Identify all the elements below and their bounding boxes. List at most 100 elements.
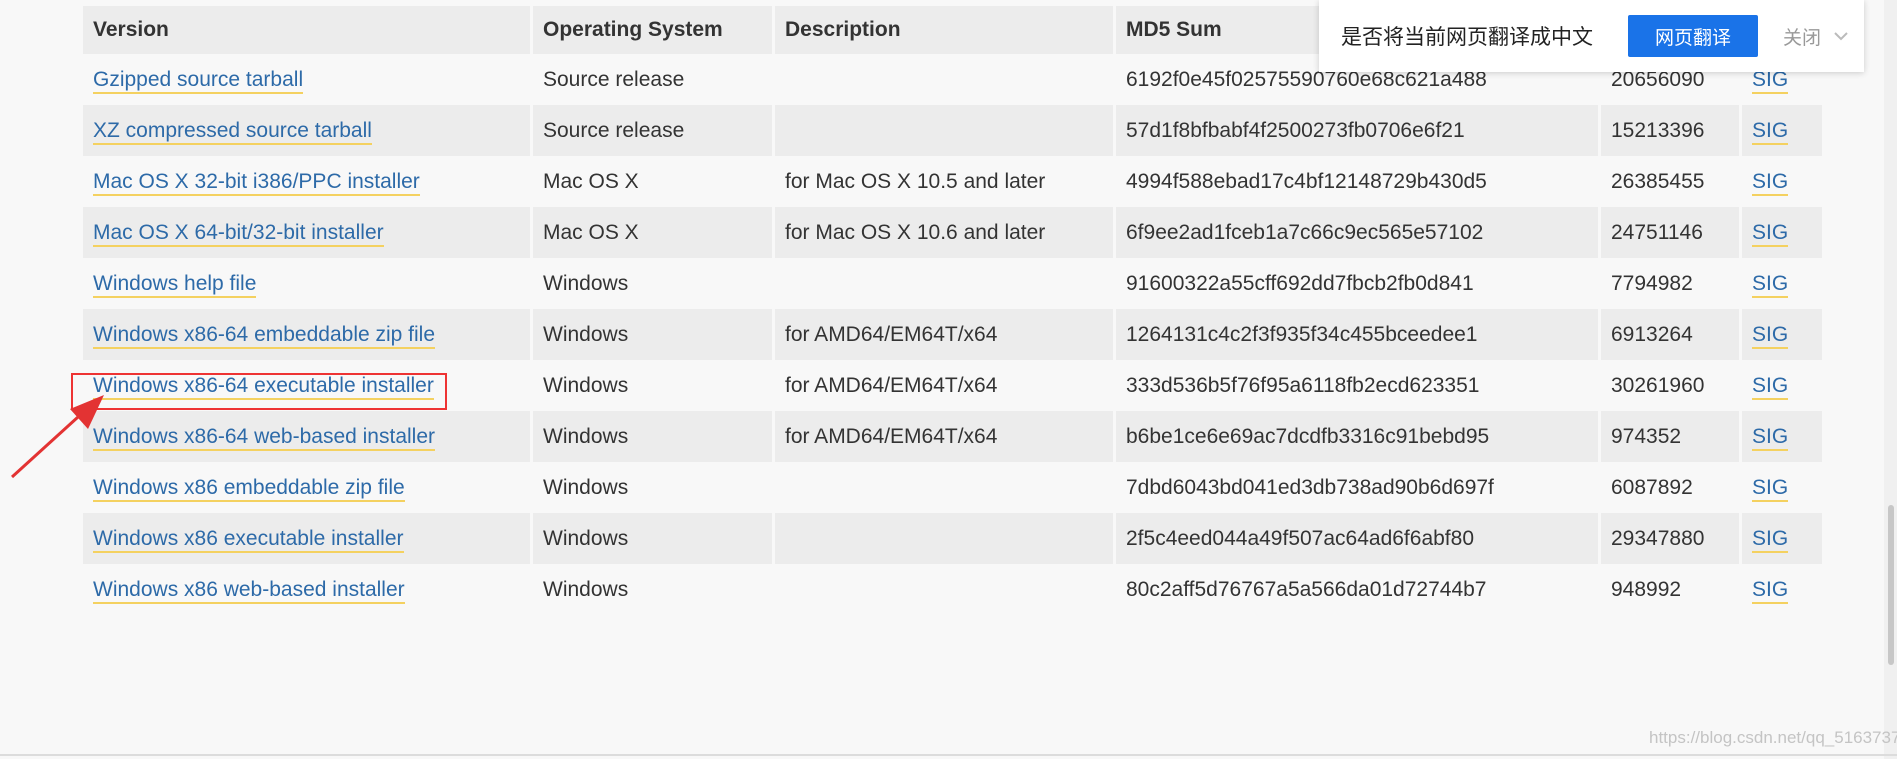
version-link[interactable]: Gzipped source tarball (93, 67, 304, 94)
os-cell: Source release (533, 54, 772, 105)
version-link[interactable]: Windows x86-64 embeddable zip file (93, 322, 436, 349)
version-link[interactable]: Windows x86 embeddable zip file (93, 475, 405, 502)
translate-bar: 是否将当前网页翻译成中文 网页翻译 关闭 (1319, 0, 1864, 72)
os-cell: Mac OS X (533, 207, 772, 258)
chevron-down-icon[interactable] (1833, 31, 1849, 41)
md5-cell: 57d1f8bfbabf4f2500273fb0706e6f21 (1116, 105, 1598, 156)
version-link[interactable]: XZ compressed source tarball (93, 118, 372, 145)
version-cell: Gzipped source tarball (83, 54, 530, 105)
scrollbar-thumb[interactable] (1888, 505, 1894, 665)
version-cell: Windows x86-64 web-based installer (83, 411, 530, 462)
sig-cell: SIG (1742, 105, 1822, 156)
translate-page-button[interactable]: 网页翻译 (1628, 15, 1758, 57)
md5-cell: b6be1ce6e69ac7dcdfb3316c91bebd95 (1116, 411, 1598, 462)
md5-cell: 91600322a55cff692dd7fbcb2fb0d841 (1116, 258, 1598, 309)
sig-link[interactable]: SIG (1752, 475, 1789, 502)
version-cell: Windows x86-64 embeddable zip file (83, 309, 530, 360)
version-link[interactable]: Windows x86-64 web-based installer (93, 424, 435, 451)
os-cell: Windows (533, 564, 772, 615)
sig-cell: SIG (1742, 513, 1822, 564)
table-row: Mac OS X 32-bit i386/PPC installer Mac O… (83, 156, 1822, 207)
table-row: Windows x86-64 embeddable zip file Windo… (83, 309, 1822, 360)
md5-cell: 1264131c4c2f3f935f34c455bceedee1 (1116, 309, 1598, 360)
table-row: Windows x86-64 web-based installer Windo… (83, 411, 1822, 462)
col-header-os: Operating System (533, 6, 772, 54)
table-row: XZ compressed source tarball Source rele… (83, 105, 1822, 156)
description-cell (775, 462, 1113, 513)
size-cell: 30261960 (1601, 360, 1739, 411)
sig-link[interactable]: SIG (1752, 220, 1789, 247)
md5-cell: 6f9ee2ad1fceb1a7c66c9ec565e57102 (1116, 207, 1598, 258)
highlight-box (71, 373, 447, 410)
md5-cell: 2f5c4eed044a49f507ac64ad6f6abf80 (1116, 513, 1598, 564)
sig-cell: SIG (1742, 309, 1822, 360)
sig-link[interactable]: SIG (1752, 169, 1789, 196)
description-cell (775, 258, 1113, 309)
version-cell: Windows x86 web-based installer (83, 564, 530, 615)
sig-link[interactable]: SIG (1752, 271, 1789, 298)
version-cell: Windows x86 embeddable zip file (83, 462, 530, 513)
size-cell: 948992 (1601, 564, 1739, 615)
version-link[interactable]: Mac OS X 32-bit i386/PPC installer (93, 169, 420, 196)
version-cell: Mac OS X 32-bit i386/PPC installer (83, 156, 530, 207)
version-cell: Mac OS X 64-bit/32-bit installer (83, 207, 530, 258)
os-cell: Windows (533, 411, 772, 462)
description-cell: for Mac OS X 10.6 and later (775, 207, 1113, 258)
watermark: https://blog.csdn.net/qq_51637377 (1649, 728, 1897, 747)
version-cell: Windows help file (83, 258, 530, 309)
description-cell (775, 513, 1113, 564)
sig-link[interactable]: SIG (1752, 577, 1789, 604)
divider (0, 754, 1897, 756)
size-cell: 6087892 (1601, 462, 1739, 513)
size-cell: 26385455 (1601, 156, 1739, 207)
size-cell: 7794982 (1601, 258, 1739, 309)
version-link[interactable]: Mac OS X 64-bit/32-bit installer (93, 220, 384, 247)
close-translate-button[interactable]: 关闭 (1783, 23, 1821, 50)
translate-prompt: 是否将当前网页翻译成中文 (1341, 26, 1593, 49)
os-cell: Windows (533, 360, 772, 411)
table-row: Windows x86 executable installer Windows… (83, 513, 1822, 564)
sig-cell: SIG (1742, 564, 1822, 615)
sig-link[interactable]: SIG (1752, 526, 1789, 553)
md5-cell: 80c2aff5d76767a5a566da01d72744b7 (1116, 564, 1598, 615)
os-cell: Windows (533, 462, 772, 513)
version-link[interactable]: Windows help file (93, 271, 257, 298)
size-cell: 6913264 (1601, 309, 1739, 360)
description-cell: for AMD64/EM64T/x64 (775, 411, 1113, 462)
description-cell (775, 105, 1113, 156)
version-link[interactable]: Windows x86 executable installer (93, 526, 404, 553)
sig-cell: SIG (1742, 207, 1822, 258)
sig-cell: SIG (1742, 462, 1822, 513)
version-cell: XZ compressed source tarball (83, 105, 530, 156)
description-cell (775, 54, 1113, 105)
sig-cell: SIG (1742, 258, 1822, 309)
sig-link[interactable]: SIG (1752, 118, 1789, 145)
description-cell: for Mac OS X 10.5 and later (775, 156, 1113, 207)
sig-cell: SIG (1742, 156, 1822, 207)
sig-cell: SIG (1742, 411, 1822, 462)
arrow-pointer-icon (10, 395, 104, 479)
col-header-description: Description (775, 6, 1113, 54)
os-cell: Source release (533, 105, 772, 156)
description-cell: for AMD64/EM64T/x64 (775, 309, 1113, 360)
size-cell: 15213396 (1601, 105, 1739, 156)
md5-cell: 4994f588ebad17c4bf12148729b430d5 (1116, 156, 1598, 207)
size-cell: 29347880 (1601, 513, 1739, 564)
sig-link[interactable]: SIG (1752, 373, 1789, 400)
table-row: Mac OS X 64-bit/32-bit installer Mac OS … (83, 207, 1822, 258)
files-table: Version Operating System Description MD5… (80, 6, 1825, 615)
sig-cell: SIG (1742, 360, 1822, 411)
table-row: Windows help file Windows 91600322a55cff… (83, 258, 1822, 309)
table-row: Windows x86 web-based installer Windows … (83, 564, 1822, 615)
os-cell: Windows (533, 258, 772, 309)
description-cell: for AMD64/EM64T/x64 (775, 360, 1113, 411)
sig-link[interactable]: SIG (1752, 424, 1789, 451)
sig-link[interactable]: SIG (1752, 322, 1789, 349)
table-row: Windows x86 embeddable zip file Windows … (83, 462, 1822, 513)
md5-cell: 333d536b5f76f95a6118fb2ecd623351 (1116, 360, 1598, 411)
os-cell: Windows (533, 513, 772, 564)
version-link[interactable]: Windows x86 web-based installer (93, 577, 405, 604)
description-cell (775, 564, 1113, 615)
size-cell: 24751146 (1601, 207, 1739, 258)
version-cell: Windows x86 executable installer (83, 513, 530, 564)
